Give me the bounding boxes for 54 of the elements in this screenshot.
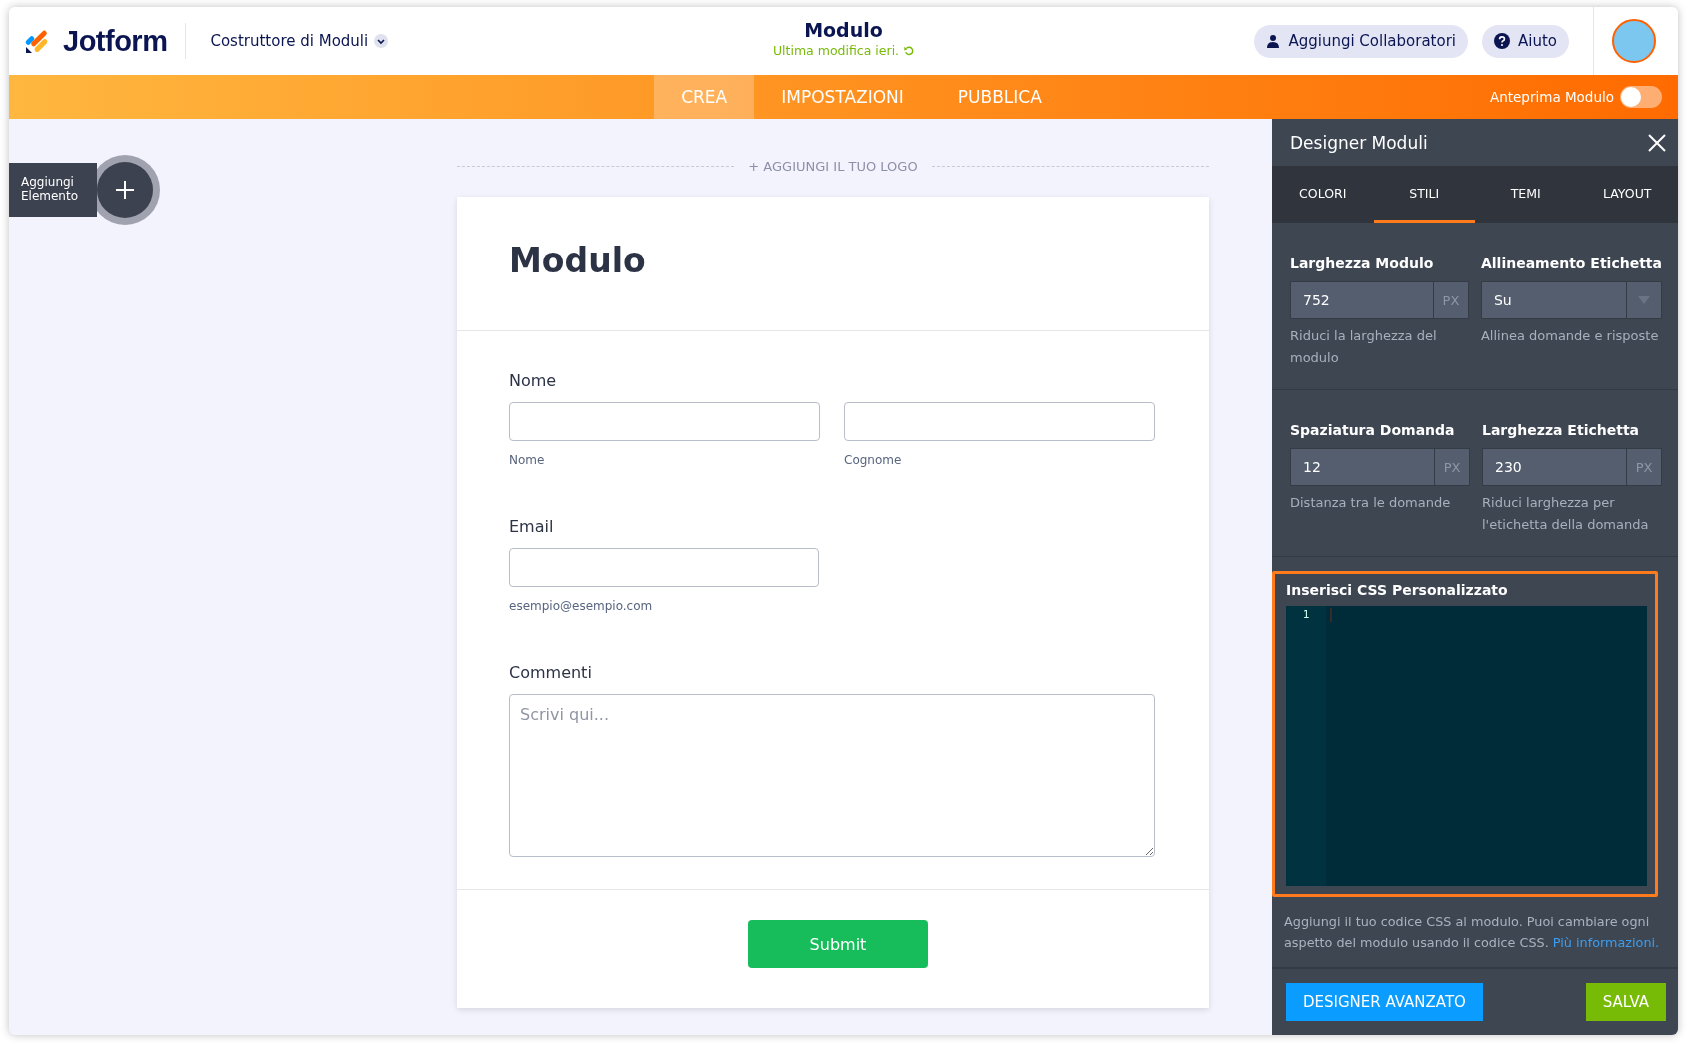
logo-wordmark[interactable]: Jotform <box>63 24 168 58</box>
setting-label: Larghezza Etichetta <box>1482 422 1641 438</box>
avatar[interactable] <box>1612 19 1656 63</box>
last-modified-text: Ultima modifica ieri. <box>772 43 900 58</box>
email-input[interactable] <box>509 548 819 587</box>
panel-title: Designer Moduli <box>1290 132 1428 153</box>
sublabel: esempio@esempio.com <box>509 599 654 613</box>
preview-label: Anteprima Modulo <box>1489 89 1614 105</box>
comment-textarea[interactable]: Scrivi qui... <box>509 694 1155 857</box>
panel-tab[interactable]: STILI <box>1373 166 1475 223</box>
chevron-icon <box>374 34 389 48</box>
setting-help: Riduci larghezza per l'etichetta della domanda <box>1482 494 1650 535</box>
help-button[interactable]: Aiuto <box>1482 24 1569 58</box>
unit-label: PX <box>1626 449 1661 485</box>
panel-tab[interactable]: LAYOUT <box>1576 166 1678 223</box>
setting-label: Allineamento Etichetta <box>1480 255 1662 271</box>
text-input[interactable] <box>509 402 820 441</box>
field-label: Nome <box>509 371 558 390</box>
form-title: Modulo <box>803 19 884 41</box>
preview-toggle[interactable] <box>1620 86 1662 108</box>
setting-help: Riduci la larghezza del modulo <box>1290 327 1438 368</box>
text-input[interactable] <box>844 402 1155 441</box>
css-label: Inserisci CSS Personalizzato <box>1286 582 1509 598</box>
panel-tab[interactable]: COLORI <box>1272 166 1374 223</box>
setting-help: Distanza tra le domande <box>1290 494 1452 512</box>
code-editor[interactable]: 1 <box>1286 606 1647 886</box>
close-icon[interactable] <box>1648 133 1666 152</box>
unit-label: PX <box>1434 449 1469 485</box>
form-heading: Modulo <box>457 197 1209 331</box>
number-input[interactable]: 12 PX <box>1290 448 1470 486</box>
caret-icon <box>1638 296 1650 304</box>
unit-label: PX <box>1432 282 1468 318</box>
add-element-label[interactable]: Aggiungi Elemento <box>9 163 97 217</box>
sublabel: Nome <box>509 453 546 467</box>
field-label: Email <box>509 517 555 536</box>
builder-menu[interactable]: Costruttore di Moduli <box>204 31 395 51</box>
setting-label: Spaziatura Domanda <box>1290 422 1456 438</box>
number-input[interactable]: 230 PX <box>1482 448 1662 486</box>
help-icon <box>1494 33 1510 49</box>
add-element-button[interactable] <box>97 162 153 218</box>
setting-help: Allinea domande e risposte <box>1480 327 1660 345</box>
person-icon <box>1266 34 1281 48</box>
number-input[interactable]: 752 PX <box>1290 281 1469 319</box>
sublabel: Cognome <box>844 453 903 467</box>
panel-tab[interactable]: TEMI <box>1475 166 1577 223</box>
line-number: 1 <box>1302 608 1310 621</box>
plus-icon <box>115 180 135 200</box>
field-label: Commenti <box>509 663 593 682</box>
setting-label: Larghezza Modulo <box>1290 255 1435 271</box>
more-info-link[interactable]: Più informazioni. <box>1552 935 1660 951</box>
collaborators-button[interactable]: Aggiungi Collaboratori <box>1254 24 1468 58</box>
select-dropdown[interactable]: Su <box>1480 281 1662 319</box>
css-help-text: Aggiungi il tuo codice CSS al modulo. Puoi cambiare ogni aspetto del modulo usando il codice CSS. Più informazioni. <box>1284 913 1661 953</box>
undo-icon[interactable] <box>903 45 915 56</box>
